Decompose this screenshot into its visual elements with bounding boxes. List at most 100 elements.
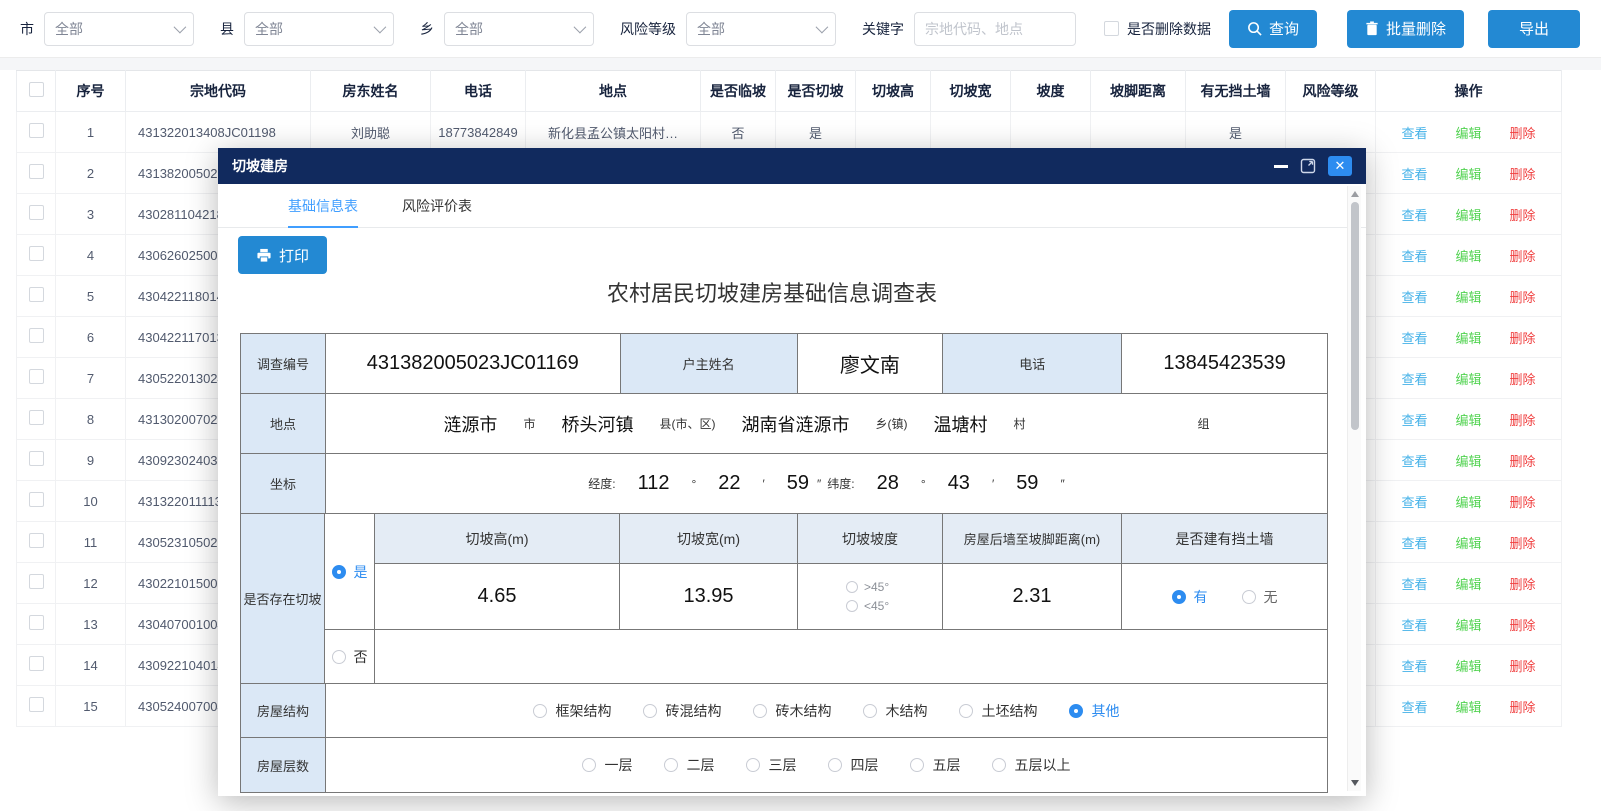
export-button[interactable]: 导出: [1488, 10, 1580, 48]
print-button[interactable]: 打印: [238, 236, 327, 274]
slope-exists-no-option[interactable]: 否: [325, 630, 375, 684]
delete-link[interactable]: 删除: [1510, 454, 1536, 469]
view-link[interactable]: 查看: [1401, 577, 1427, 592]
row-checkbox[interactable]: [29, 451, 44, 466]
row-checkbox[interactable]: [29, 164, 44, 179]
row-checkbox[interactable]: [29, 492, 44, 507]
wall-yes-option[interactable]: 有: [1172, 587, 1208, 607]
row-checkbox[interactable]: [29, 615, 44, 630]
house-structure-option[interactable]: 其他: [1069, 701, 1119, 721]
show-deleted-checkbox[interactable]: [1104, 21, 1119, 36]
view-link[interactable]: 查看: [1401, 618, 1427, 633]
batch-delete-button[interactable]: 批量删除: [1347, 10, 1464, 48]
row-checkbox[interactable]: [29, 205, 44, 220]
row-checkbox[interactable]: [29, 574, 44, 589]
slope-exists-yes-option[interactable]: 是: [325, 514, 375, 630]
maximize-icon[interactable]: [1300, 158, 1316, 174]
house-floors-option[interactable]: 五层以上: [992, 755, 1070, 775]
wall-no-option[interactable]: 无: [1242, 587, 1278, 607]
view-link[interactable]: 查看: [1401, 249, 1427, 264]
edit-link[interactable]: 编辑: [1455, 495, 1481, 510]
edit-link[interactable]: 编辑: [1455, 290, 1481, 305]
edit-link[interactable]: 编辑: [1455, 167, 1481, 182]
edit-link[interactable]: 编辑: [1455, 659, 1481, 674]
row-checkbox[interactable]: [29, 369, 44, 384]
row-checkbox[interactable]: [29, 410, 44, 425]
city-select[interactable]: 全部: [44, 12, 194, 46]
close-icon[interactable]: ✕: [1328, 156, 1352, 176]
edit-link[interactable]: 编辑: [1455, 536, 1481, 551]
view-link[interactable]: 查看: [1401, 454, 1427, 469]
delete-link[interactable]: 删除: [1510, 167, 1536, 182]
view-link[interactable]: 查看: [1401, 372, 1427, 387]
house-floors-option[interactable]: 五层: [910, 755, 960, 775]
edit-link[interactable]: 编辑: [1455, 372, 1481, 387]
house-structure-option[interactable]: 木结构: [863, 701, 927, 721]
view-link[interactable]: 查看: [1401, 536, 1427, 551]
delete-link[interactable]: 删除: [1510, 577, 1536, 592]
view-link[interactable]: 查看: [1401, 126, 1427, 141]
row-checkbox[interactable]: [29, 246, 44, 261]
house-structure-option[interactable]: 砖木结构: [753, 701, 831, 721]
row-checkbox[interactable]: [29, 287, 44, 302]
township-select[interactable]: 全部: [444, 12, 594, 46]
house-floors-option[interactable]: 三层: [746, 755, 796, 775]
select-all-checkbox[interactable]: [29, 82, 44, 97]
county-select[interactable]: 全部: [244, 12, 394, 46]
edit-link[interactable]: 编辑: [1455, 577, 1481, 592]
delete-link[interactable]: 删除: [1510, 659, 1536, 674]
view-link[interactable]: 查看: [1401, 659, 1427, 674]
keyword-input[interactable]: [914, 12, 1076, 46]
row-checkbox[interactable]: [29, 656, 44, 671]
view-link[interactable]: 查看: [1401, 700, 1427, 715]
row-checkbox[interactable]: [29, 533, 44, 548]
delete-link[interactable]: 删除: [1510, 372, 1536, 387]
edit-link[interactable]: 编辑: [1455, 331, 1481, 346]
delete-link[interactable]: 删除: [1510, 208, 1536, 223]
delete-link[interactable]: 删除: [1510, 413, 1536, 428]
view-link[interactable]: 查看: [1401, 331, 1427, 346]
delete-link[interactable]: 删除: [1510, 618, 1536, 633]
edit-link[interactable]: 编辑: [1455, 126, 1481, 141]
edit-link[interactable]: 编辑: [1455, 249, 1481, 264]
view-link[interactable]: 查看: [1401, 208, 1427, 223]
view-link[interactable]: 查看: [1401, 495, 1427, 510]
scroll-up-icon[interactable]: [1351, 191, 1359, 197]
house-structure-option[interactable]: 砖混结构: [643, 701, 721, 721]
tab-risk-evaluation[interactable]: 风险评价表: [402, 184, 472, 228]
delete-link[interactable]: 删除: [1510, 495, 1536, 510]
row-checkbox[interactable]: [29, 123, 44, 138]
dialog-scrollbar[interactable]: [1347, 186, 1361, 791]
row-checkbox[interactable]: [29, 328, 44, 343]
risk-level-select-value: 全部: [697, 19, 725, 39]
scrollbar-thumb[interactable]: [1351, 202, 1359, 430]
edit-link[interactable]: 编辑: [1455, 700, 1481, 715]
delete-link[interactable]: 删除: [1510, 126, 1536, 141]
view-link[interactable]: 查看: [1401, 167, 1427, 182]
edit-link[interactable]: 编辑: [1455, 413, 1481, 428]
house-structure-option[interactable]: 框架结构: [533, 701, 611, 721]
row-checkbox[interactable]: [29, 697, 44, 712]
angle-gt45-option[interactable]: >45°: [846, 578, 889, 597]
risk-level-select[interactable]: 全部: [686, 12, 836, 46]
view-link[interactable]: 查看: [1401, 290, 1427, 305]
delete-link[interactable]: 删除: [1510, 700, 1536, 715]
tab-basic-info[interactable]: 基础信息表: [288, 184, 358, 228]
view-link[interactable]: 查看: [1401, 413, 1427, 428]
delete-link[interactable]: 删除: [1510, 536, 1536, 551]
search-button[interactable]: 查询: [1229, 10, 1317, 48]
edit-link[interactable]: 编辑: [1455, 454, 1481, 469]
house-floors-option[interactable]: 一层: [582, 755, 632, 775]
house-floors-option[interactable]: 二层: [664, 755, 714, 775]
scroll-down-icon[interactable]: [1351, 780, 1359, 786]
edit-link[interactable]: 编辑: [1455, 618, 1481, 633]
dialog-titlebar[interactable]: 切坡建房 ✕: [218, 148, 1366, 184]
delete-link[interactable]: 删除: [1510, 331, 1536, 346]
delete-link[interactable]: 删除: [1510, 290, 1536, 305]
house-structure-option[interactable]: 土坯结构: [959, 701, 1037, 721]
edit-link[interactable]: 编辑: [1455, 208, 1481, 223]
delete-link[interactable]: 删除: [1510, 249, 1536, 264]
house-floors-option[interactable]: 四层: [828, 755, 878, 775]
minimize-icon[interactable]: [1274, 165, 1288, 168]
angle-lt45-option[interactable]: <45°: [846, 597, 889, 616]
